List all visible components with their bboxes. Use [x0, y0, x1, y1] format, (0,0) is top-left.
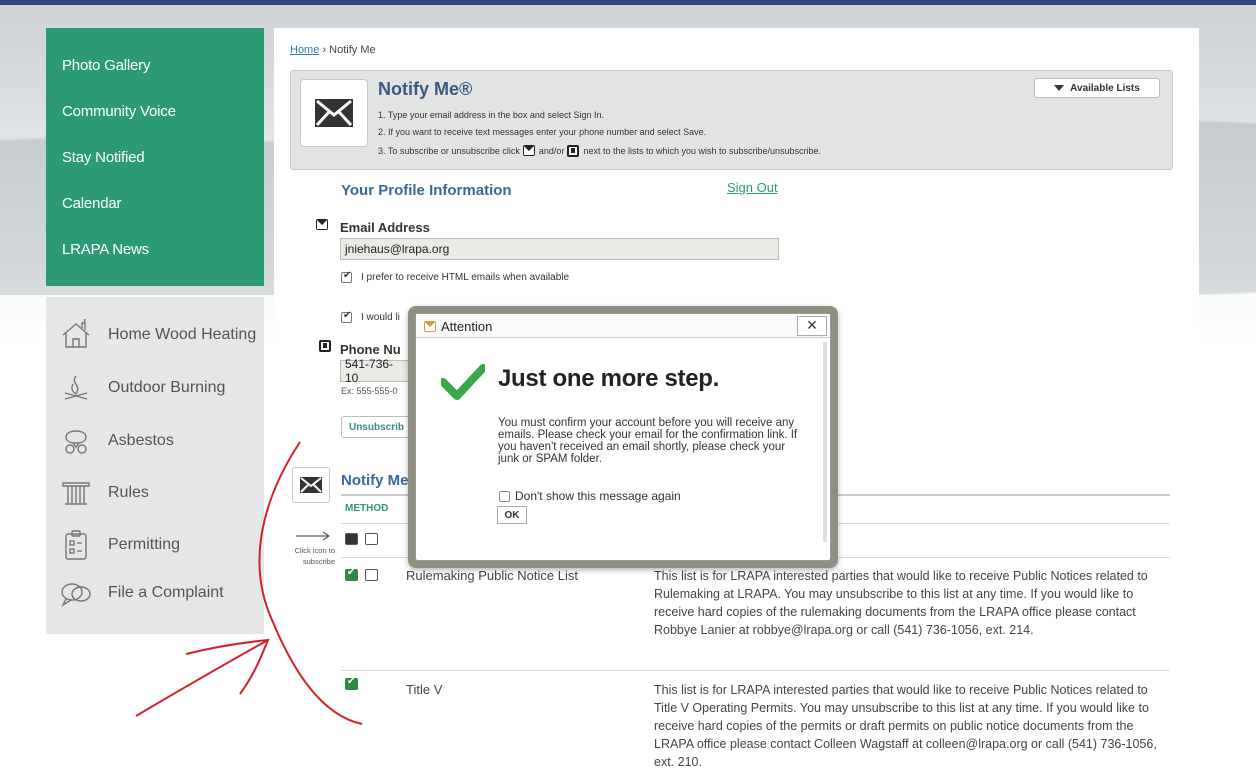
instruction-step-2: 2. If you want to receive text messages …: [378, 127, 707, 137]
nav-item-label: Asbestos: [108, 432, 174, 449]
phone-hint: Ex: 555-555-0: [341, 386, 398, 396]
instruction-step-3: 3. To subscribe or unsubscribe click and…: [378, 145, 821, 157]
annotation-arrowhead: [185, 638, 270, 695]
nav-item-label: Permitting: [108, 536, 181, 553]
nav-item-calendar[interactable]: Calendar: [62, 195, 121, 212]
nav-item-home-wood-heating[interactable]: Home Wood Heating: [60, 315, 260, 355]
dialog-title: Attention: [441, 319, 493, 334]
envelope-icon: [292, 467, 330, 503]
breadcrumb-current: Notify Me: [329, 44, 376, 56]
breadcrumb-separator: ›: [322, 44, 327, 56]
nav-item-label: File a Complaint: [108, 584, 224, 601]
ok-button[interactable]: OK: [497, 506, 527, 524]
profile-section-title: Your Profile Information: [341, 182, 512, 199]
dialog-heading: Just one more step.: [498, 365, 720, 392]
notify-me-title: Notify Me®: [378, 79, 473, 99]
available-lists-button[interactable]: Available Lists: [1034, 78, 1160, 98]
house-smoke-icon: [62, 319, 90, 348]
breadcrumb: Home › Notify Me: [290, 44, 376, 56]
nav-item-label: Rules: [108, 484, 149, 501]
sign-out-link[interactable]: Sign Out: [727, 180, 778, 195]
phone-input[interactable]: 541-736-10: [340, 357, 410, 385]
phone-icon: [567, 145, 580, 157]
primary-nav: Photo Gallery Community Voice Stay Notif…: [46, 28, 264, 286]
second-pref-checkbox[interactable]: [341, 310, 352, 323]
nav-item-permitting[interactable]: Permitting: [60, 525, 260, 565]
nav-item-lrapa-news[interactable]: LRAPA News: [62, 241, 149, 258]
email-label: Email Address: [340, 220, 430, 235]
envelope-icon: [424, 321, 436, 332]
email-subscribed-icon[interactable]: [345, 676, 358, 690]
dont-show-checkbox[interactable]: [499, 491, 510, 502]
breadcrumb-home-link[interactable]: Home: [290, 44, 319, 56]
email-input[interactable]: jniehaus@lrapa.org: [340, 238, 779, 260]
clipboard-icon: [65, 530, 87, 560]
available-lists-label: Available Lists: [1070, 82, 1140, 94]
dialog-message: You must confirm your account before you…: [498, 417, 798, 465]
dont-show-label: Don't show this message again: [515, 489, 681, 503]
secondary-nav: Home Wood Heating Outdoor Burning Asbest…: [46, 297, 264, 634]
lists-section-title: Notify Me: [341, 472, 409, 489]
method-column-header: METHOD: [345, 503, 389, 514]
respirator-icon: [65, 430, 87, 454]
nav-item-label: Outdoor Burning: [108, 379, 226, 396]
step-3-text: 3. To subscribe or unsubscribe click: [378, 146, 520, 156]
nav-item-file-a-complaint[interactable]: File a Complaint: [60, 573, 260, 613]
click-icon-hint: Click icon to subscribe: [294, 546, 335, 566]
nav-item-label: Home Wood Heating: [108, 326, 257, 343]
list-description: This list is for LRAPA interested partie…: [654, 569, 1148, 637]
list-name: Rulemaking Public Notice List: [406, 568, 578, 583]
nav-item-asbestos[interactable]: Asbestos: [60, 421, 260, 461]
step-3-rest: next to the lists to which you wish to s…: [583, 146, 822, 156]
unsubscribe-button[interactable]: Unsubscrib: [341, 416, 411, 438]
envelope-icon: [316, 219, 328, 230]
nav-item-photo-gallery[interactable]: Photo Gallery: [62, 57, 150, 74]
second-pref-label: I would li: [361, 312, 400, 323]
dialog-header: Attention ×: [416, 314, 830, 338]
attention-dialog: Attention × Just one more step. You must…: [408, 306, 838, 568]
annotation-arrow-shaft: [135, 639, 269, 717]
nav-item-stay-notified[interactable]: Stay Notified: [62, 149, 145, 166]
step-3-and: and/or: [538, 146, 565, 156]
dialog-scrollbar[interactable]: [823, 342, 827, 542]
campfire-icon: [64, 375, 88, 400]
instruction-step-1: 1. Type your email address in the box an…: [378, 110, 604, 120]
checkmark-icon: [441, 364, 485, 400]
list-name: Title V: [406, 682, 443, 697]
list-description: This list is for LRAPA interested partie…: [654, 683, 1157, 769]
email-subscribe-icon[interactable]: [345, 533, 358, 545]
envelope-icon: [300, 79, 368, 147]
phone-label: Phone Nu: [340, 342, 401, 357]
sms-subscribe-icon[interactable]: [365, 533, 378, 545]
html-pref-label: I prefer to receive HTML emails when ava…: [361, 272, 570, 283]
speech-bubbles-icon: [61, 583, 91, 607]
html-pref-checkbox[interactable]: [341, 270, 352, 283]
phone-icon: [319, 340, 331, 352]
caret-down-icon: [1054, 85, 1065, 91]
close-icon[interactable]: ×: [797, 316, 827, 336]
nav-item-rules[interactable]: Rules: [60, 473, 260, 513]
row-divider: [341, 670, 1170, 671]
nav-item-community-voice[interactable]: Community Voice: [62, 103, 176, 120]
arrow-right-icon: [296, 531, 330, 541]
sms-subscribe-icon[interactable]: [365, 569, 378, 581]
column-icon: [62, 482, 90, 505]
nav-item-outdoor-burning[interactable]: Outdoor Burning: [60, 368, 260, 408]
email-subscribed-icon[interactable]: [345, 567, 358, 581]
envelope-icon: [522, 145, 536, 157]
dialog-body: Attention × Just one more step. You must…: [415, 313, 831, 561]
